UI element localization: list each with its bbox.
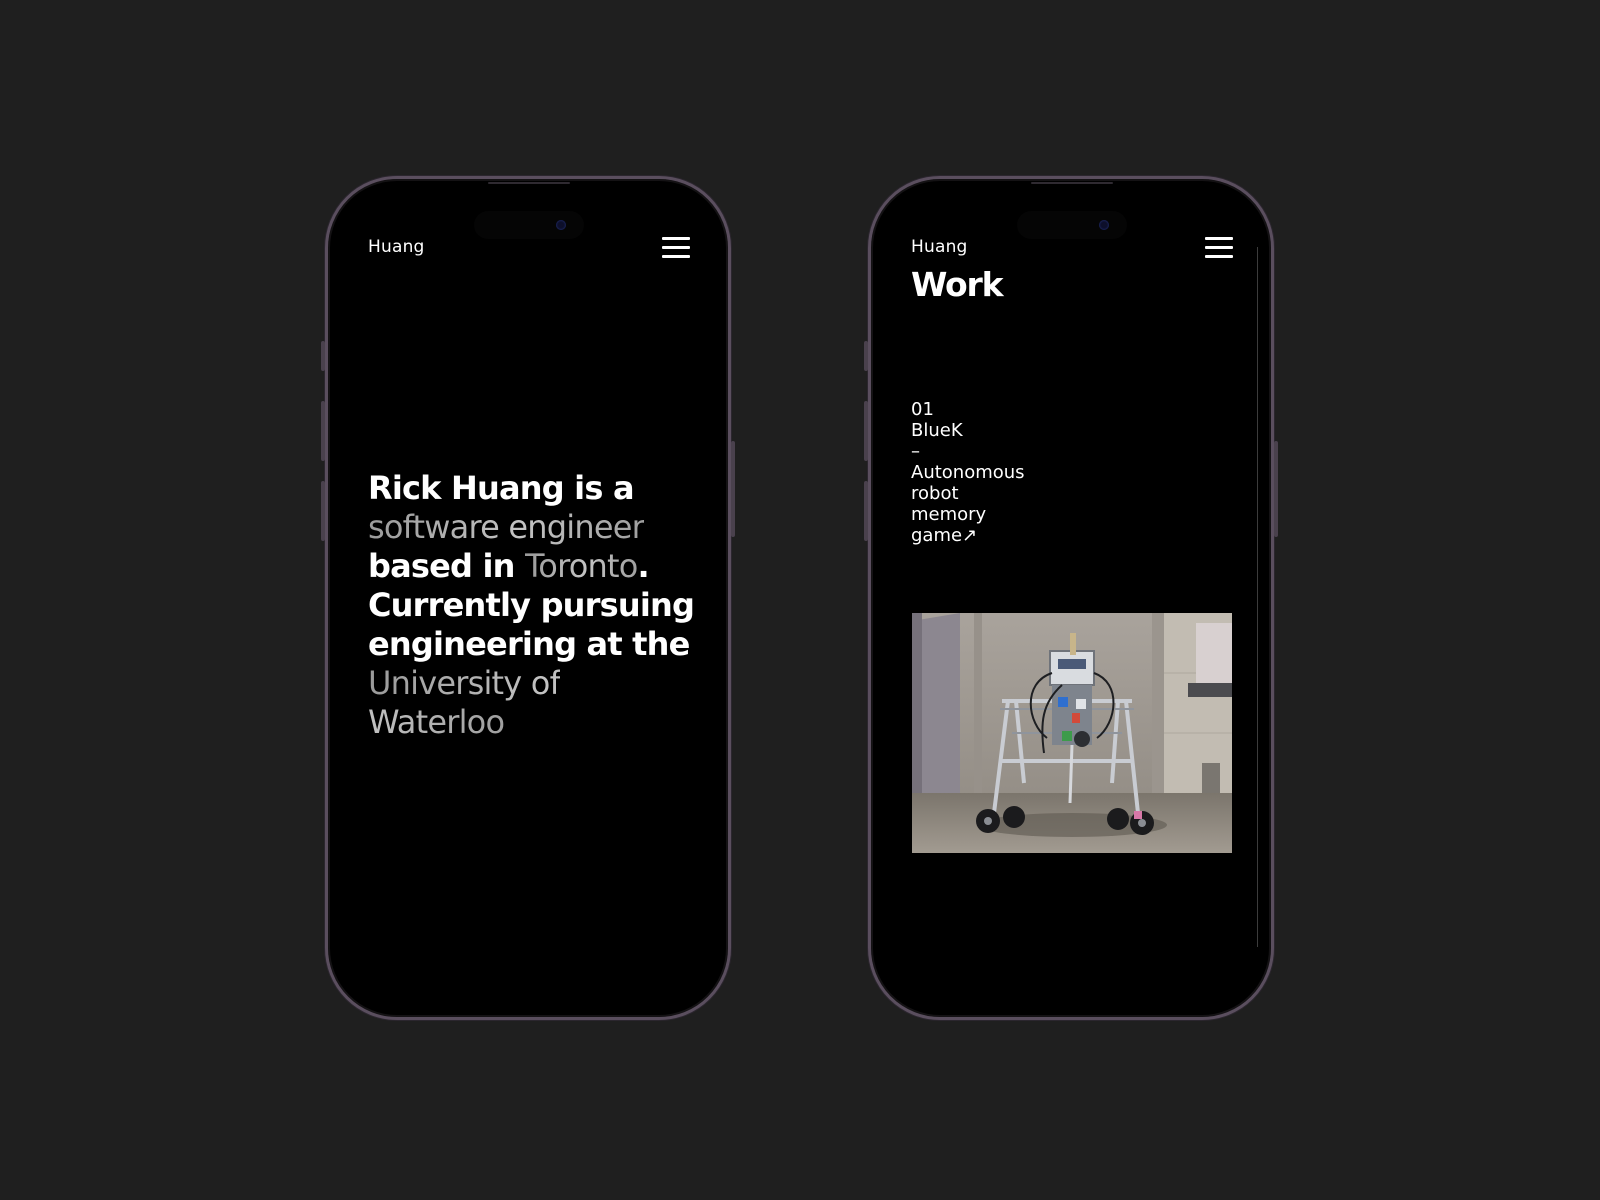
work-item-desc-line: Autonomous [911,462,1025,483]
external-arrow-icon: ↗ [962,525,978,546]
bio-role: software engineer [368,508,645,546]
power-button [1274,441,1278,537]
scrollbar[interactable] [1257,247,1258,947]
camera-icon [556,220,566,230]
intro-bio: Rick Huang is a software engineer based … [368,469,698,742]
showcase-stage: Huang Rick Huang is a software engineer … [0,0,1600,1200]
project-image[interactable] [912,613,1232,853]
dynamic-island [1017,211,1127,239]
bio-city: Toronto [525,547,638,585]
work-item-name: BlueK [911,420,963,441]
work-item-number: 01 [911,399,934,420]
work-item-dash: – [911,441,920,462]
menu-bar [662,246,690,249]
page-title: Work [911,265,1004,304]
camera-icon [1099,220,1109,230]
hamburger-menu-icon[interactable] [1205,237,1233,259]
work-item-desc-line: robot [911,483,959,504]
menu-bar [1205,237,1233,240]
phone-home: Huang Rick Huang is a software engineer … [321,176,735,1020]
menu-bar [662,237,690,240]
home-screen: Huang Rick Huang is a software engineer … [328,179,728,1017]
lego-robot-photo [912,613,1232,853]
speaker-grille [1031,182,1113,184]
volume-up-button [864,401,868,461]
menu-bar [1205,246,1233,249]
volume-up-button [321,401,325,461]
volume-down-button [864,481,868,541]
bio-school: University of Waterloo [368,664,561,741]
action-button [864,341,868,371]
speaker-grille [488,182,570,184]
hamburger-menu-icon[interactable] [662,237,690,259]
action-button [321,341,325,371]
menu-bar [1205,255,1233,258]
dynamic-island [474,211,584,239]
work-screen: Huang Work 01 BlueK – Autonomous robot m… [871,179,1271,1017]
bio-text: Rick Huang is a [368,469,635,507]
menu-bar [662,255,690,258]
volume-down-button [321,481,325,541]
power-button [731,441,735,537]
site-logo[interactable]: Huang [911,237,968,257]
work-item-desc-line: memory [911,504,987,525]
work-item-desc-line: game [911,525,963,546]
site-logo[interactable]: Huang [368,237,425,257]
phone-work: Huang Work 01 BlueK – Autonomous robot m… [864,176,1278,1020]
work-item-link[interactable]: 01 BlueK – Autonomous robot memory game↗ [911,399,1051,546]
bio-text: based in [368,547,525,585]
